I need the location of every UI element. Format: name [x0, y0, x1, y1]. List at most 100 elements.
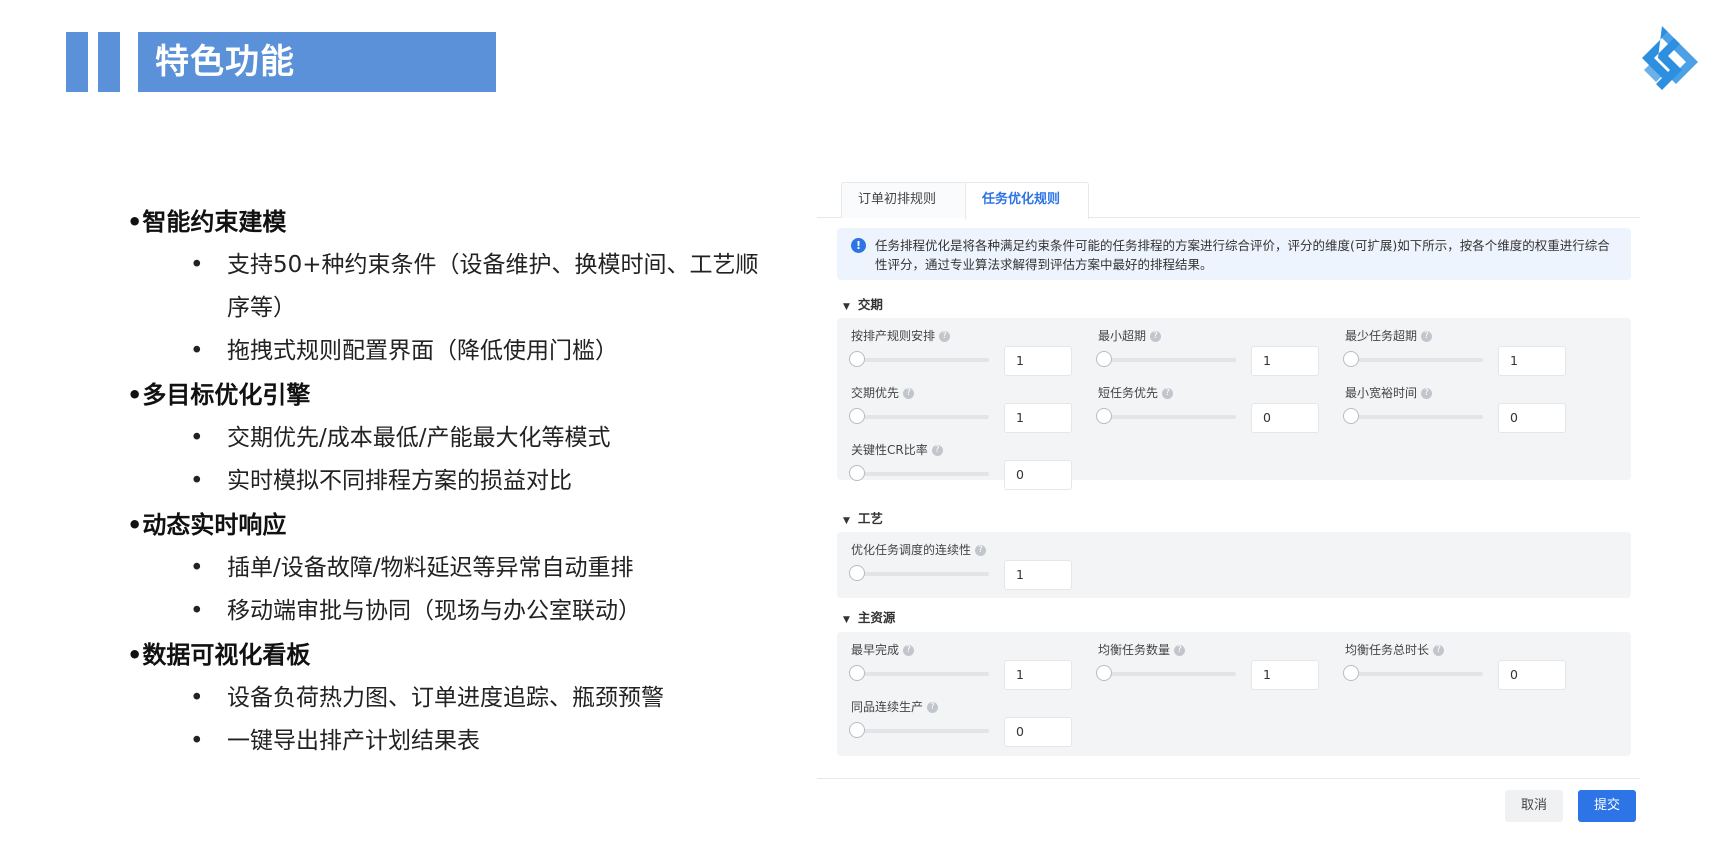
slider-track[interactable]: [851, 672, 989, 676]
param-item: 均衡任务总时长? 0: [1343, 642, 1585, 694]
slider-thumb[interactable]: [1096, 665, 1112, 681]
feature-section: •数据可视化看板 • 设备负荷热力图、订单进度追踪、瓶颈预警 • 一键导出排产计划结…: [127, 633, 807, 763]
slider-track[interactable]: [1345, 358, 1483, 362]
group-header-main-resource[interactable]: ▼ 主资源: [843, 607, 895, 626]
slider-thumb[interactable]: [1096, 351, 1112, 367]
feature-bullet: • 移动端审批与协同（现场与办公室联动）: [190, 598, 641, 624]
weight-input[interactable]: 1: [1251, 346, 1319, 376]
slider-thumb[interactable]: [849, 408, 865, 424]
help-icon[interactable]: ?: [903, 645, 915, 656]
param-label: 同品连续生产: [851, 700, 924, 714]
tab-bar: 订单初排规则 任务优化规则: [817, 182, 1640, 219]
help-icon[interactable]: ?: [1162, 388, 1174, 399]
help-icon[interactable]: ?: [1421, 388, 1433, 399]
help-icon[interactable]: ?: [927, 702, 939, 713]
help-icon[interactable]: ?: [903, 388, 915, 399]
feature-bullet: • 实时模拟不同排程方案的损益对比: [190, 468, 572, 494]
slider-track[interactable]: [1098, 358, 1236, 362]
group-box-process: 优化任务调度的连续性? 1: [837, 532, 1631, 598]
param-label: 均衡任务数量: [1098, 643, 1171, 657]
feature-list: •智能约束建模 • 支持50+种约束条件（设备维护、换模时间、工艺顺 序等） • 拖拽…: [127, 200, 807, 763]
bullet-text: 实时模拟不同排程方案的损益对比: [227, 468, 572, 494]
slider-track[interactable]: [1098, 415, 1236, 419]
tab-order-initial-rules[interactable]: 订单初排规则: [841, 182, 969, 218]
slider-thumb[interactable]: [849, 351, 865, 367]
help-icon[interactable]: ?: [975, 545, 987, 556]
param-item: 优化任务调度的连续性? 1: [849, 542, 1091, 594]
slider-thumb[interactable]: [1096, 408, 1112, 424]
param-label: 优化任务调度的连续性: [851, 543, 972, 557]
footer-divider: [817, 778, 1640, 779]
slider-thumb[interactable]: [849, 722, 865, 738]
slider-thumb[interactable]: [1343, 408, 1359, 424]
tab-task-optimization-rules[interactable]: 任务优化规则: [965, 182, 1089, 219]
weight-input[interactable]: 0: [1004, 717, 1072, 747]
slider-track[interactable]: [851, 572, 989, 576]
header-accent-bar: [98, 32, 120, 92]
cancel-button[interactable]: 取消: [1505, 790, 1563, 822]
info-icon: !: [851, 238, 866, 253]
weight-input[interactable]: 0: [1004, 460, 1072, 490]
help-icon[interactable]: ?: [1421, 331, 1433, 342]
info-text: 任务排程优化是将各种满足约束条件可能的任务排程的方案进行综合评价，评分的维度(可…: [875, 238, 1610, 272]
help-icon[interactable]: ?: [1150, 331, 1162, 342]
group-header-process[interactable]: ▼ 工艺: [843, 508, 883, 527]
weight-input[interactable]: 1: [1251, 660, 1319, 690]
slider-track[interactable]: [851, 472, 989, 476]
slider-track[interactable]: [851, 729, 989, 733]
weight-input[interactable]: 0: [1251, 403, 1319, 433]
param-label: 最小超期: [1098, 329, 1147, 343]
param-label: 最小宽裕时间: [1345, 386, 1418, 400]
feature-bullet: • 插单/设备故障/物料延迟等异常自动重排: [190, 555, 634, 581]
bullet-text: 一键导出排产计划结果表: [227, 728, 480, 754]
help-icon[interactable]: ?: [939, 331, 951, 342]
weight-input[interactable]: 1: [1004, 403, 1072, 433]
param-item: 最早完成? 1: [849, 642, 1091, 694]
feature-section: •智能约束建模 • 支持50+种约束条件（设备维护、换模时间、工艺顺 序等） • 拖拽…: [127, 200, 807, 373]
group-title: 交期: [857, 297, 883, 312]
weight-input[interactable]: 0: [1498, 660, 1566, 690]
param-label: 最早完成: [851, 643, 900, 657]
weight-input[interactable]: 1: [1004, 346, 1072, 376]
slider-track[interactable]: [1345, 415, 1483, 419]
slider-thumb[interactable]: [1343, 665, 1359, 681]
bullet-text: 序等）: [227, 295, 296, 321]
slider-track[interactable]: [1098, 672, 1236, 676]
param-item: 关键性CR比率? 0: [849, 442, 1091, 494]
param-item: 均衡任务数量? 1: [1096, 642, 1338, 694]
param-label: 按排产规则安排: [851, 329, 936, 343]
weight-input[interactable]: 1: [1004, 660, 1072, 690]
slider-track[interactable]: [851, 358, 989, 362]
help-icon[interactable]: ?: [931, 445, 943, 456]
weight-input[interactable]: 1: [1498, 346, 1566, 376]
feature-section-title: •智能约束建模: [127, 208, 287, 236]
slider-thumb[interactable]: [849, 565, 865, 581]
param-item: 按排产规则安排? 1: [849, 328, 1091, 380]
weight-input[interactable]: 1: [1004, 560, 1072, 590]
group-box-main-resource: 最早完成? 1 均衡任务数量? 1 均衡任务总时长? 0 同品连续生产? 0: [837, 632, 1631, 756]
param-label: 关键性CR比率: [851, 443, 928, 457]
group-title: 主资源: [857, 610, 896, 625]
feature-bullet: • 设备负荷热力图、订单进度追踪、瓶颈预警: [190, 685, 664, 711]
group-header-delivery[interactable]: ▼ 交期: [843, 294, 883, 313]
collapse-triangle-icon: ▼: [843, 615, 850, 625]
group-title: 工艺: [857, 511, 883, 526]
help-icon[interactable]: ?: [1433, 645, 1445, 656]
slider-thumb[interactable]: [849, 665, 865, 681]
feature-section: •多目标优化引擎 • 交期优先/成本最低/产能最大化等模式 • 实时模拟不同排程方案…: [127, 373, 807, 503]
collapse-triangle-icon: ▼: [843, 302, 850, 312]
help-icon[interactable]: ?: [1174, 645, 1186, 656]
feature-section-title: •多目标优化引擎: [127, 381, 311, 409]
param-item: 最少任务超期? 1: [1343, 328, 1585, 380]
page-title: 特色功能: [155, 42, 295, 82]
slider-track[interactable]: [1345, 672, 1483, 676]
bullet-text: 支持50+种约束条件（设备维护、换模时间、工艺顺: [227, 252, 759, 278]
header-accent-bar: [66, 32, 88, 92]
slider-thumb[interactable]: [849, 465, 865, 481]
param-item: 同品连续生产? 0: [849, 699, 1091, 751]
slider-track[interactable]: [851, 415, 989, 419]
weight-input[interactable]: 0: [1498, 403, 1566, 433]
slider-thumb[interactable]: [1343, 351, 1359, 367]
submit-button[interactable]: 提交: [1578, 790, 1636, 822]
feature-section-title: •动态实时响应: [127, 511, 287, 539]
